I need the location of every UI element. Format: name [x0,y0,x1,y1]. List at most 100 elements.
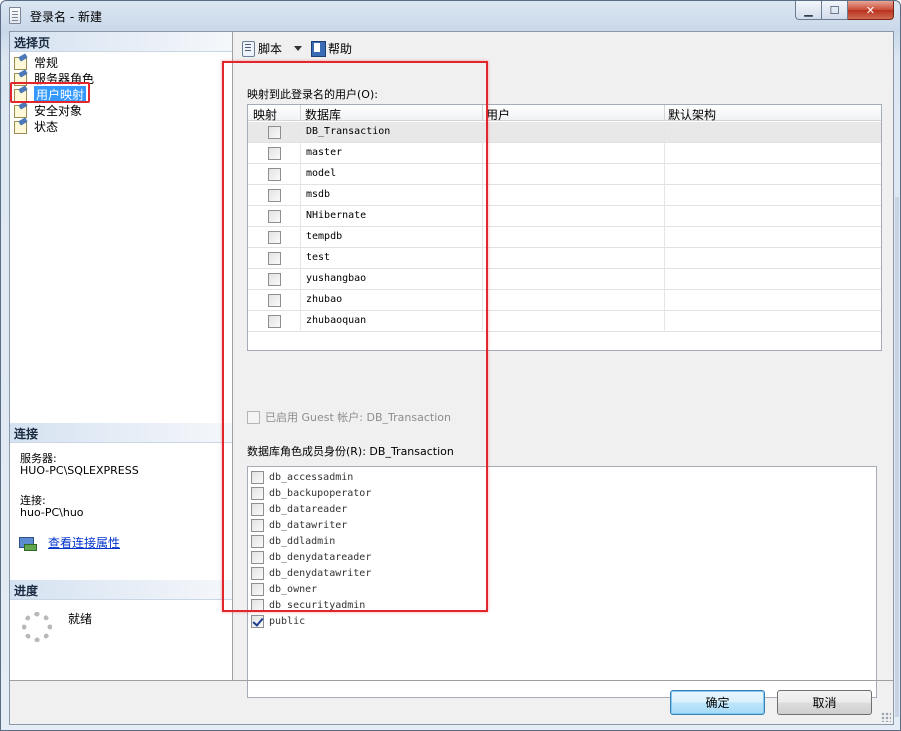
table-row[interactable]: NHibernate [248,206,881,227]
role-item[interactable]: db_securityadmin [251,597,365,613]
page-icon [13,119,29,134]
cancel-button[interactable]: 取消 [777,690,872,715]
connection-properties-icon [19,536,37,551]
table-row[interactable]: yushangbao [248,269,881,290]
column-header-user[interactable]: 用户 [486,106,510,123]
toolbar: 脚本 帮助 [240,38,358,58]
role-checkbox[interactable] [251,486,264,500]
table-row[interactable]: msdb [248,185,881,206]
view-connection-link[interactable]: 查看连接属性 [48,534,120,551]
map-checkbox[interactable] [268,168,281,181]
role-item[interactable]: db_denydatareader [251,549,371,565]
nav-item-label: 状态 [34,119,59,134]
table-row[interactable]: model [248,164,881,185]
map-checkbox[interactable] [268,210,281,223]
window-title: 登录名 - 新建 [30,10,102,24]
selection-highlight-box [10,82,90,103]
document-icon [9,7,21,24]
progress-spinner-icon [22,612,52,642]
nav-item-label: 常规 [34,55,59,70]
page-icon [13,103,29,118]
progress-header: 进度 [10,580,232,600]
help-label: 帮助 [328,41,353,56]
progress-status: 就绪 [68,612,93,626]
resize-grip-icon[interactable] [881,712,891,722]
left-panel: 选择页 常规 服务器角色 用户映射 安全对象 状态 连接 服务器: HUO-PC… [10,32,233,680]
guest-account-label: 已启用 Guest 帐户: DB_Transaction [265,411,451,424]
nav-item-status[interactable]: 状态 [13,118,58,134]
column-header-database[interactable]: 数据库 [305,106,341,123]
script-icon [240,40,256,57]
table-row[interactable]: zhubaoquan [248,311,881,332]
role-name: db_backupoperator [269,487,372,499]
role-checkbox[interactable] [251,566,264,580]
role-item[interactable]: db_datareader [251,501,347,517]
role-checkbox[interactable] [251,534,264,548]
column-header-default-schema[interactable]: 默认架构 [668,106,716,123]
map-checkbox[interactable] [268,294,281,307]
table-row[interactable]: test [248,248,881,269]
role-checkbox[interactable] [251,582,264,596]
role-item[interactable]: db_datawriter [251,517,347,533]
user-mapping-page: 映射到此登录名的用户(O): 映射 数据库 用户 默认架构 DB_Transac… [234,60,893,698]
database-name: master [306,147,343,158]
table-row[interactable]: master [248,143,881,164]
role-item[interactable]: db_ddladmin [251,533,335,549]
title-bar[interactable]: 登录名 - 新建 ▁ ☐ ✕ [1,1,900,31]
role-item[interactable]: db_denydatawriter [251,565,371,581]
close-button[interactable]: ✕ [848,1,894,20]
map-checkbox[interactable] [268,252,281,265]
table-row[interactable]: DB_Transaction [248,122,881,143]
ok-button[interactable]: 确定 [670,690,765,715]
role-item[interactable]: db_owner [251,581,317,597]
database-name: yushangbao [306,273,367,284]
chevron-down-icon[interactable] [294,45,303,51]
maximize-button[interactable]: ☐ [822,1,848,20]
role-checkbox[interactable] [251,598,264,612]
script-button[interactable]: 脚本 [240,40,282,57]
role-membership-list[interactable]: db_accessadmin db_backupoperator db_datare… [247,466,877,698]
role-checkbox[interactable] [251,550,264,564]
map-checkbox[interactable] [268,189,281,202]
role-checkbox[interactable] [251,518,264,532]
role-name: db_datareader [269,503,348,515]
nav-item-general[interactable]: 常规 [13,54,58,70]
user-mapping-section-label: 映射到此登录名的用户(O): [247,88,378,101]
database-name: model [306,168,337,179]
table-row[interactable]: zhubao [248,290,881,311]
database-name: DB_Transaction [306,126,391,137]
login-new-dialog: 登录名 - 新建 ▁ ☐ ✕ 选择页 常规 服务器角色 用户映射 安全对象 状态… [0,0,901,731]
role-name: db_denydatareader [269,551,372,563]
minimize-button[interactable]: ▁ [795,1,822,20]
map-checkbox[interactable] [268,315,281,328]
server-value: HUO-PC\SQLEXPRESS [20,464,139,477]
map-checkbox[interactable] [268,273,281,286]
database-name: msdb [306,189,331,200]
map-checkbox[interactable] [268,126,281,139]
role-item[interactable]: db_backupoperator [251,485,371,501]
caption-buttons: ▁ ☐ ✕ [795,1,894,21]
map-checkbox[interactable] [268,231,281,244]
window-edge [895,197,899,717]
user-mapping-grid[interactable]: 映射 数据库 用户 默认架构 DB_Transactionmaster model… [247,104,882,351]
guest-account-checkbox [247,410,260,424]
view-connection-properties[interactable]: 查看连接属性 [19,534,120,551]
role-item[interactable]: public [251,613,305,629]
role-checkbox[interactable] [251,502,264,516]
role-checkbox[interactable] [251,470,264,484]
nav-item-securables[interactable]: 安全对象 [13,102,82,118]
select-page-header: 选择页 [10,32,232,52]
connection-value: huo-PC\huo [20,506,84,519]
role-name: db_securityadmin [269,599,366,611]
column-header-mapped[interactable]: 映射 [253,106,277,123]
role-item[interactable]: db_accessadmin [251,469,353,485]
table-row[interactable]: tempdb [248,227,881,248]
dialog-client-area: 选择页 常规 服务器角色 用户映射 安全对象 状态 连接 服务器: HUO-PC… [9,31,894,725]
script-label: 脚本 [258,41,283,56]
database-name: tempdb [306,231,343,242]
help-button[interactable]: 帮助 [310,40,352,57]
map-checkbox[interactable] [268,147,281,160]
page-icon [13,55,29,70]
database-name: zhubaoquan [306,315,367,326]
role-checkbox[interactable] [251,614,264,628]
